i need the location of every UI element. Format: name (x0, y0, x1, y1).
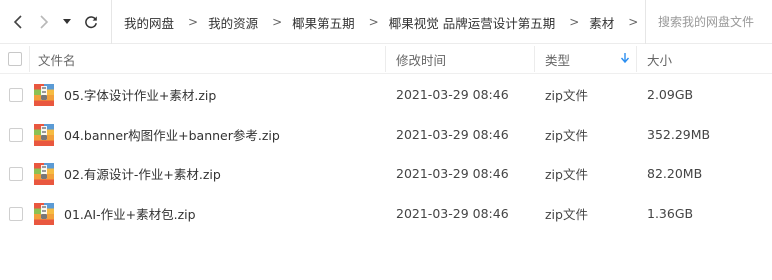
row-checkbox[interactable] (9, 206, 23, 221)
zip-archive-icon (34, 84, 54, 106)
file-row[interactable]: 04.banner构图作业+banner参考.zip 2021-03-29 08… (0, 115, 772, 155)
breadcrumb-separator[interactable]: > (628, 15, 638, 29)
file-modified-time: 2021-03-29 08:46 (396, 126, 509, 142)
file-size: 352.29MB (647, 126, 711, 142)
zip-archive-icon (34, 123, 54, 146)
forward-button[interactable] (33, 10, 55, 34)
chevron-left-icon (13, 15, 22, 29)
breadcrumb-separator: > (368, 15, 379, 29)
breadcrumb-item-materials[interactable]: 素材 (589, 13, 614, 32)
search-input[interactable] (658, 15, 772, 29)
column-divider (29, 46, 30, 72)
file-list: 05.字体设计作业+素材.zip 2021-03-29 08:46 zip文件 … (0, 75, 772, 233)
toolbar: 我的网盘 > 我的资源 > 椰果第五期 > 椰果视觉 品牌运营设计第五期 > 素… (0, 0, 772, 44)
breadcrumb-item-my-resources[interactable]: 我的资源 (208, 13, 258, 32)
refresh-icon (85, 16, 97, 29)
breadcrumb-separator: > (272, 15, 283, 29)
breadcrumb-item-yeguo-5[interactable]: 椰果第五期 (292, 13, 355, 32)
file-modified-time: 2021-03-29 08:46 (396, 166, 509, 182)
file-size: 82.20MB (647, 166, 703, 182)
column-modified-time[interactable]: 修改时间 (396, 44, 446, 74)
back-button[interactable] (7, 10, 29, 34)
file-row[interactable]: 01.AI-作业+素材包.zip 2021-03-29 08:46 zip文件 … (0, 194, 772, 234)
column-name[interactable]: 文件名 (38, 44, 76, 74)
chevron-right-icon (40, 15, 49, 29)
breadcrumb-separator: > (188, 15, 199, 29)
row-checkbox[interactable] (9, 167, 23, 181)
file-size: 2.09GB (647, 87, 694, 103)
file-name[interactable]: 02.有源设计-作业+素材.zip (64, 154, 221, 194)
file-type: zip文件 (545, 88, 588, 104)
refresh-button[interactable] (80, 10, 102, 34)
file-size: 1.36GB (647, 205, 694, 221)
column-size[interactable]: 大小 (647, 44, 672, 74)
file-type: zip文件 (545, 206, 588, 222)
zip-archive-icon (34, 163, 54, 185)
zip-archive-icon (34, 202, 54, 225)
breadcrumb-item-brand-design[interactable]: 椰果视觉 品牌运营设计第五期 (389, 13, 555, 32)
history-dropdown-button[interactable] (60, 10, 74, 34)
row-checkbox[interactable] (9, 127, 23, 142)
search-box (645, 0, 772, 44)
file-modified-time: 2021-03-29 08:46 (396, 205, 509, 221)
file-name[interactable]: 01.AI-作业+素材包.zip (64, 194, 196, 234)
column-divider[interactable] (534, 46, 535, 72)
breadcrumb: 我的网盘 > 我的资源 > 椰果第五期 > 椰果视觉 品牌运营设计第五期 > 素… (111, 0, 648, 44)
file-type: zip文件 (545, 127, 588, 143)
select-all-checkbox[interactable] (8, 52, 22, 66)
column-divider[interactable] (385, 46, 386, 72)
caret-down-icon (63, 19, 71, 24)
breadcrumb-separator: > (569, 15, 580, 29)
file-name[interactable]: 05.字体设计作业+素材.zip (64, 75, 216, 115)
column-divider[interactable] (636, 46, 637, 72)
file-row[interactable]: 02.有源设计-作业+素材.zip 2021-03-29 08:46 zip文件… (0, 154, 772, 194)
file-row[interactable]: 05.字体设计作业+素材.zip 2021-03-29 08:46 zip文件 … (0, 75, 772, 115)
file-modified-time: 2021-03-29 08:46 (396, 87, 509, 103)
column-header: 文件名 修改时间 类型 大小 (0, 44, 772, 74)
column-type[interactable]: 类型 (545, 44, 570, 74)
row-checkbox[interactable] (9, 88, 23, 102)
file-name[interactable]: 04.banner构图作业+banner参考.zip (64, 115, 280, 155)
sort-down-arrow-icon[interactable] (620, 51, 630, 65)
file-type: zip文件 (545, 167, 588, 183)
breadcrumb-item-my-disk[interactable]: 我的网盘 (124, 13, 174, 32)
